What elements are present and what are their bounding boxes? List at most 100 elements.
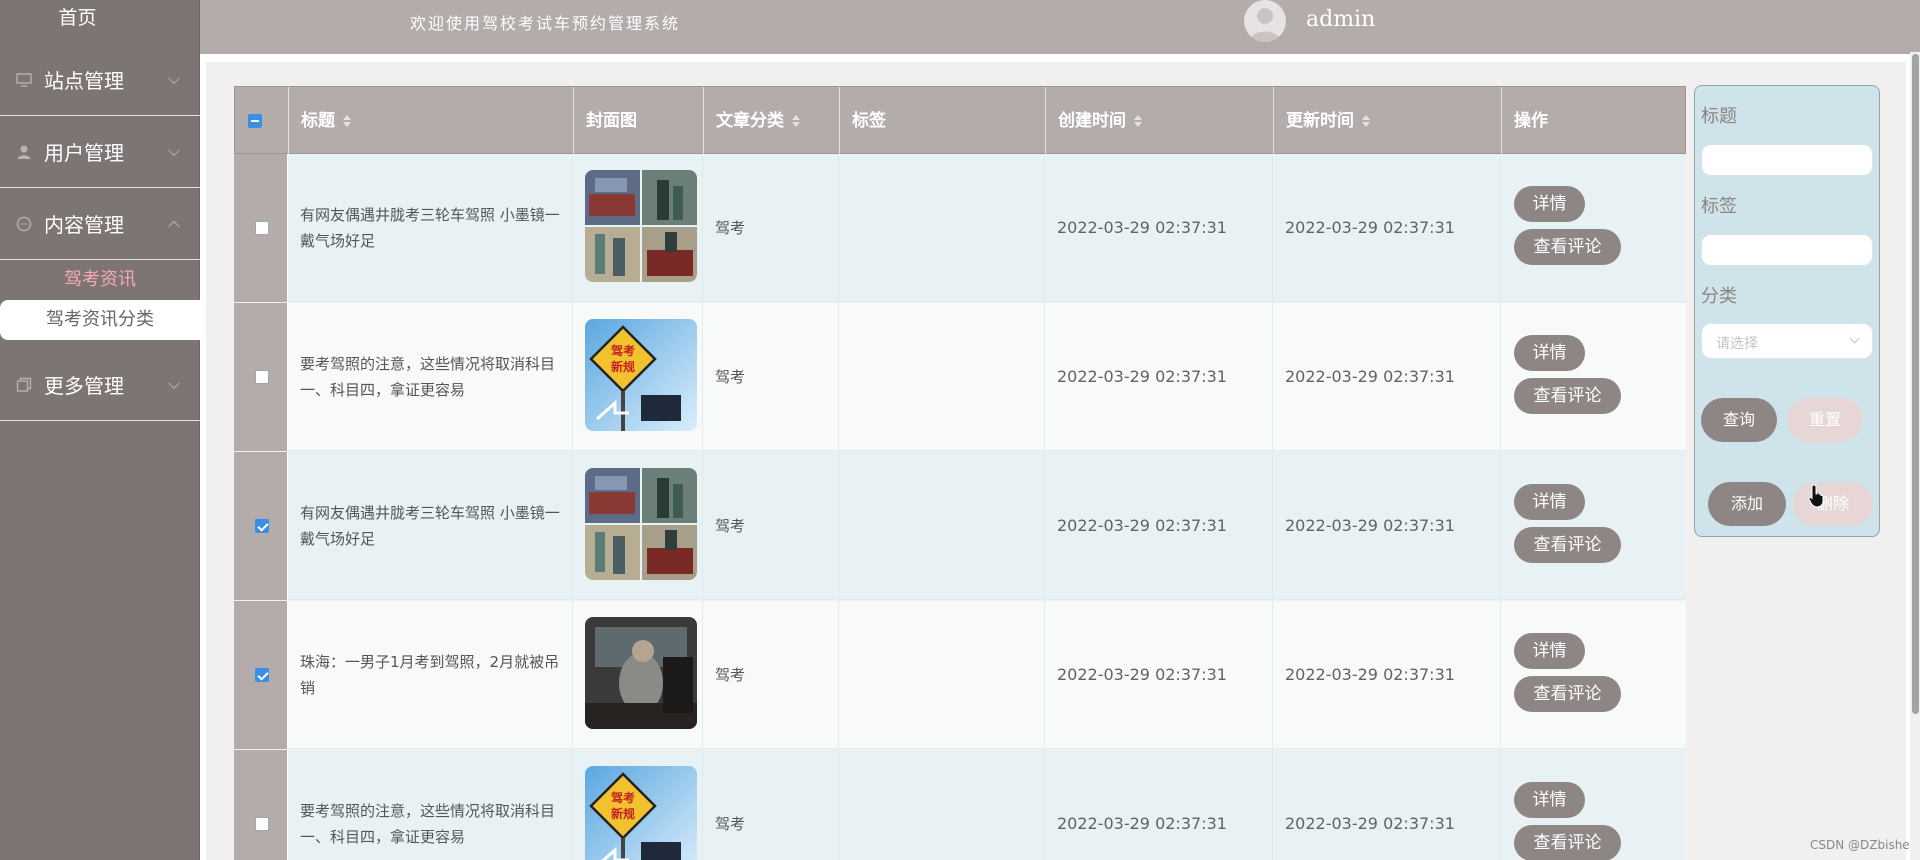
- chevron-down-icon: [168, 377, 180, 389]
- detail-button[interactable]: 详情: [1514, 186, 1585, 222]
- table-row: 要考驾照的注意，这些情况将取消科目一、科目四，拿证更容易 驾考 新规 驾考 2022-0…: [234, 303, 1686, 451]
- row-cover-cell: 驾考 新规: [573, 750, 703, 860]
- hand-cursor-icon: [1808, 484, 1824, 508]
- category-select[interactable]: 请选择: [1701, 323, 1873, 359]
- row-category: 驾考: [703, 601, 839, 749]
- row-category: 驾考: [703, 750, 839, 860]
- header-updated[interactable]: 更新时间: [1274, 87, 1502, 155]
- row-created-time: 2022-03-29 02:37:31: [1045, 303, 1273, 451]
- row-tag: [839, 601, 1045, 749]
- table-row: 珠海：一男子1月考到驾照，2月就被吊销 驾考 2022-03-29 02:37:31…: [234, 601, 1686, 749]
- cover-image: [585, 617, 697, 729]
- svg-text:驾考: 驾考: [610, 343, 635, 358]
- row-created-time: 2022-03-29 02:37:31: [1045, 601, 1273, 749]
- row-title: 珠海：一男子1月考到驾照，2月就被吊销: [288, 601, 573, 749]
- sidebar-item-label: 用户管理: [44, 141, 124, 165]
- chevron-down-icon: [168, 144, 180, 156]
- view-comments-button[interactable]: 查看评论: [1514, 825, 1621, 860]
- detail-button[interactable]: 详情: [1514, 335, 1585, 371]
- avatar[interactable]: [1244, 0, 1286, 42]
- row-tag: [839, 750, 1045, 860]
- select-all-checkbox[interactable]: [248, 114, 262, 128]
- sidebar-subitem-driving-news[interactable]: 驾考资讯: [0, 262, 200, 298]
- query-button[interactable]: 查询: [1701, 398, 1777, 442]
- system-title: 欢迎使用驾校考试车预约管理系统: [410, 14, 681, 33]
- tag-filter-input[interactable]: [1701, 234, 1873, 266]
- sidebar-item-content-management[interactable]: 内容管理: [0, 188, 200, 260]
- row-cover-cell: [573, 154, 703, 302]
- cover-image: 驾考新规: [585, 766, 697, 860]
- detail-button[interactable]: 详情: [1514, 782, 1585, 818]
- sidebar-item-user-management[interactable]: 用户管理: [0, 116, 200, 188]
- detail-button[interactable]: 详情: [1514, 633, 1585, 669]
- row-actions: 详情 查看评论: [1501, 750, 1686, 860]
- row-category: 驾考: [703, 452, 839, 600]
- view-comments-button[interactable]: 查看评论: [1514, 229, 1621, 265]
- category-select-placeholder: 请选择: [1716, 336, 1758, 352]
- sort-icon[interactable]: [1362, 115, 1370, 127]
- row-title: 有网友偶遇井胧考三轮车驾照 小墨镜一戴气场好足: [288, 452, 573, 600]
- chat-icon: [16, 216, 32, 231]
- detail-button[interactable]: 详情: [1514, 484, 1585, 520]
- row-checkbox[interactable]: [255, 221, 269, 235]
- sidebar-item-more-management[interactable]: 更多管理: [0, 349, 200, 421]
- row-updated-time: 2022-03-29 02:37:31: [1273, 601, 1501, 749]
- view-comments-button[interactable]: 查看评论: [1514, 378, 1621, 414]
- header-created[interactable]: 创建时间: [1046, 87, 1274, 155]
- row-checkbox-cell: [234, 750, 288, 860]
- row-actions: 详情 查看评论: [1501, 601, 1686, 749]
- cover-thumbnail[interactable]: [585, 617, 697, 729]
- cover-thumbnail[interactable]: 驾考 新规: [585, 766, 697, 860]
- title-filter-input[interactable]: [1701, 144, 1873, 176]
- row-checkbox[interactable]: [255, 668, 269, 682]
- tag-filter-label: 标签: [1701, 196, 1737, 217]
- header-tag: 标签: [840, 87, 1046, 155]
- row-updated-time: 2022-03-29 02:37:31: [1273, 750, 1501, 860]
- cover-image: [585, 468, 697, 580]
- row-created-time: 2022-03-29 02:37:31: [1045, 154, 1273, 302]
- row-checkbox[interactable]: [255, 519, 269, 533]
- sidebar-item-home[interactable]: 首页: [0, 0, 155, 36]
- row-checkbox[interactable]: [255, 817, 269, 831]
- chevron-down-icon: [1849, 333, 1860, 344]
- user-icon: [17, 145, 31, 159]
- search-panel: 标题 标签 分类 请选择 查询 重置 添加 删除: [1694, 85, 1880, 537]
- delete-button[interactable]: 删除: [1793, 482, 1873, 526]
- row-cover-cell: [573, 452, 703, 600]
- header-category[interactable]: 文章分类: [704, 87, 840, 155]
- table-header: 标题 封面图 文章分类 标签 创建时间 更新时间 操作: [234, 86, 1686, 155]
- cover-thumbnail[interactable]: 驾考 新规: [585, 319, 697, 431]
- reset-button[interactable]: 重置: [1787, 398, 1863, 442]
- row-category: 驾考: [703, 303, 839, 451]
- cover-thumbnail[interactable]: [585, 468, 697, 580]
- row-category: 驾考: [703, 154, 839, 302]
- row-title: 要考驾照的注意，这些情况将取消科目一、科目四，拿证更容易: [288, 750, 573, 860]
- sidebar-item-site-management[interactable]: 站点管理: [0, 44, 200, 116]
- top-header: 欢迎使用驾校考试车预约管理系统 admin: [200, 0, 1920, 54]
- row-checkbox[interactable]: [255, 370, 269, 384]
- row-cover-cell: [573, 601, 703, 749]
- add-button[interactable]: 添加: [1708, 482, 1786, 526]
- username[interactable]: admin: [1306, 7, 1375, 32]
- header-select-all[interactable]: [235, 87, 289, 155]
- table-row: 有网友偶遇井胧考三轮车驾照 小墨镜一戴气场好足 驾考 2022-03-29 02:3…: [234, 452, 1686, 600]
- sort-icon[interactable]: [1134, 115, 1142, 127]
- svg-text:新规: 新规: [611, 806, 635, 821]
- svg-text:新规: 新规: [611, 359, 635, 374]
- sidebar: 首页 站点管理 用户管理 内容管理 驾考资讯 驾考资讯分类 更多管理: [0, 0, 200, 860]
- chevron-down-icon: [168, 72, 180, 84]
- sidebar-item-label: 更多管理: [44, 374, 124, 398]
- sort-icon[interactable]: [792, 115, 800, 127]
- row-checkbox-cell: [234, 303, 288, 451]
- row-title: 有网友偶遇井胧考三轮车驾照 小墨镜一戴气场好足: [288, 154, 573, 302]
- sidebar-subitem-driving-news-category[interactable]: 驾考资讯分类: [0, 300, 200, 340]
- view-comments-button[interactable]: 查看评论: [1514, 676, 1621, 712]
- page-scrollbar[interactable]: [1910, 52, 1920, 860]
- scrollbar-thumb[interactable]: [1912, 54, 1919, 714]
- monitor-icon: [16, 72, 32, 87]
- header-title[interactable]: 标题: [289, 87, 574, 155]
- sort-icon[interactable]: [343, 115, 351, 127]
- view-comments-button[interactable]: 查看评论: [1514, 527, 1621, 563]
- cover-thumbnail[interactable]: [585, 170, 697, 282]
- sidebar-item-label: 内容管理: [44, 213, 124, 237]
